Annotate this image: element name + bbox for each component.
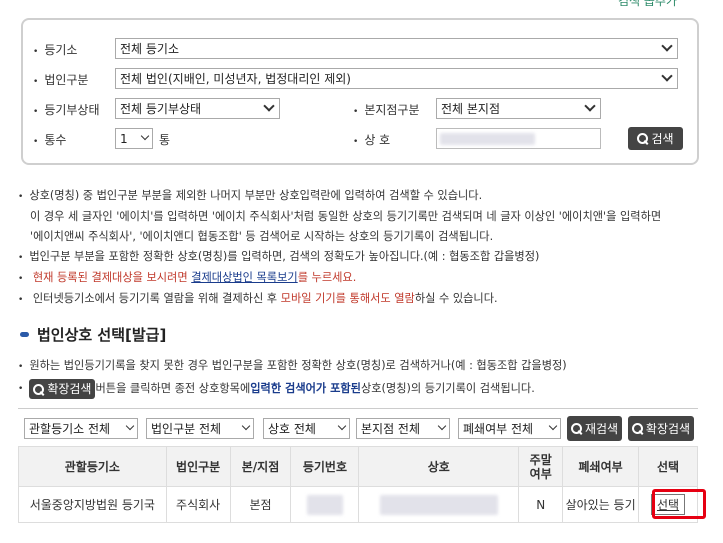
closed-filter[interactable]: 폐쇄여부 전체 [458, 418, 561, 439]
name-filter[interactable]: 상호 전체 [263, 418, 350, 439]
research-button[interactable]: 재검색 [567, 416, 622, 441]
note-line: '에이치앤씨 주식회사', '에이치앤디 협동조합' 등 검색어로 시작하는 상… [30, 230, 494, 243]
col-regno: 등기번호 [290, 446, 360, 487]
chevron-down-icon [125, 421, 135, 431]
status-select[interactable]: 전체 등기부상태 [115, 98, 280, 119]
name-input[interactable] [436, 128, 601, 149]
col-select: 선택 [638, 446, 698, 487]
note-line: • 원하는 법인등기기록을 찾지 못한 경우 법인구분을 포함한 정확한 상호(명… [18, 359, 567, 372]
col-office: 관할등기소 [18, 446, 167, 487]
count-unit: 통 [159, 132, 171, 147]
count-label: 통수 [33, 131, 66, 148]
section-title: 법인상호 선택[발급] [20, 324, 166, 345]
section-notes: • 원하는 법인등기기록을 찾지 못한 경우 법인구분을 포함한 정확한 상호(명… [18, 356, 708, 399]
cell-branch: 본점 [229, 486, 292, 523]
top-link[interactable]: 검색 옵추가 [618, 0, 677, 9]
office-filter[interactable]: 관할등기소 전체 [24, 418, 138, 439]
blurred-text [379, 494, 498, 515]
chevron-down-icon [661, 40, 673, 52]
col-name: 상호 [358, 446, 520, 487]
cell-corp: 주식회사 [165, 486, 231, 523]
search-notes: 상호(명칭) 중 법인구분 부분을 제외한 나머지 부분만 상호입력란에 입력하… [18, 186, 708, 310]
note-line: 현재 등록된 결제대상을 보시려면 결제대상법인 목록보기를 누르세요. [18, 268, 708, 289]
count-select[interactable]: 1 [115, 128, 153, 149]
highlight-box [652, 489, 706, 519]
chevron-down-icon [661, 70, 673, 82]
search-icon [570, 423, 582, 434]
cell-name [358, 486, 520, 523]
search-icon [33, 383, 45, 395]
chevron-down-icon [584, 100, 596, 112]
branch-filter[interactable]: 본지점 전체 [356, 418, 450, 439]
note-line: • 확장검색 버튼을 클릭하면 종전 상호항목에 입력한 검색어가 포함된 상호… [18, 379, 708, 399]
chevron-down-icon [263, 100, 275, 112]
note-line: 인터넷등기소에서 등기기록 열람을 위해 결제하신 후 모바일 기기를 통해서도… [18, 289, 708, 310]
branch-label: 본지점구분 [353, 101, 419, 118]
cell-office: 서울중앙지방법원 등기국 [18, 486, 167, 523]
table-row: 서울중앙지방법원 등기국 주식회사 본점 N 살아있는 등기 선택 [18, 486, 698, 523]
status-label: 등기부상태 [33, 101, 99, 118]
branch-select[interactable]: 전체 본지점 [436, 98, 601, 119]
corp-type-select[interactable]: 전체 법인(지배인, 미성년자, 법정대리인 제외) [115, 68, 678, 89]
col-closed: 폐쇄여부 [562, 446, 640, 487]
blurred-text [440, 133, 535, 145]
name-label: 상 호 [353, 131, 390, 148]
blurred-text [306, 494, 343, 515]
search-panel: 등기소 전체 등기소 법인구분 전체 법인(지배인, 미성년자, 법정대리인 제… [21, 18, 699, 165]
section-marker [20, 332, 29, 337]
col-branch: 본/지점 [229, 446, 292, 487]
col-weekend: 주말 여부 [518, 446, 564, 487]
note-line: 이 경우 세 글자인 '에이치'를 입력하면 '에이치 주식회사'처럼 동일한 … [30, 210, 662, 223]
corp-type-label: 법인구분 [33, 71, 88, 88]
chevron-down-icon [140, 131, 150, 141]
table-header-row: 관할등기소 법인구분 본/지점 등기번호 상호 주말 여부 폐쇄여부 선택 [18, 446, 698, 487]
registry-label: 등기소 [33, 41, 77, 58]
extended-search-button[interactable]: 확장검색 [628, 416, 694, 441]
registry-select[interactable]: 전체 등기소 [115, 38, 678, 59]
search-icon [631, 423, 643, 434]
search-icon [637, 133, 649, 144]
result-table: 관할등기소 법인구분 본/지점 등기번호 상호 주말 여부 폐쇄여부 선택 서울… [18, 446, 698, 523]
cell-weekend: N [518, 486, 564, 523]
cell-closed: 살아있는 등기 [562, 486, 640, 523]
note-line: 법인구분 부분을 포함한 정확한 상호(명칭)를 입력하면, 검색의 정확도가 … [18, 247, 708, 268]
chevron-down-icon [548, 421, 558, 431]
search-button[interactable]: 검색 [628, 127, 683, 150]
chevron-down-icon [337, 421, 347, 431]
corp-filter[interactable]: 법인구분 전체 [146, 418, 254, 439]
chevron-down-icon [437, 421, 447, 431]
payment-list-link[interactable]: 결제대상법인 목록보기 [191, 271, 297, 284]
filter-bar: 관할등기소 전체 법인구분 전체 상호 전체 본지점 전체 폐쇄여부 전체 재검… [18, 408, 698, 446]
inline-extended-search-button[interactable]: 확장검색 [29, 379, 96, 399]
cell-regno [290, 486, 360, 523]
note-line: 상호(명칭) 중 법인구분 부분을 제외한 나머지 부분만 상호입력란에 입력하… [18, 186, 708, 207]
col-corp: 법인구분 [165, 446, 231, 487]
chevron-down-icon [241, 421, 251, 431]
